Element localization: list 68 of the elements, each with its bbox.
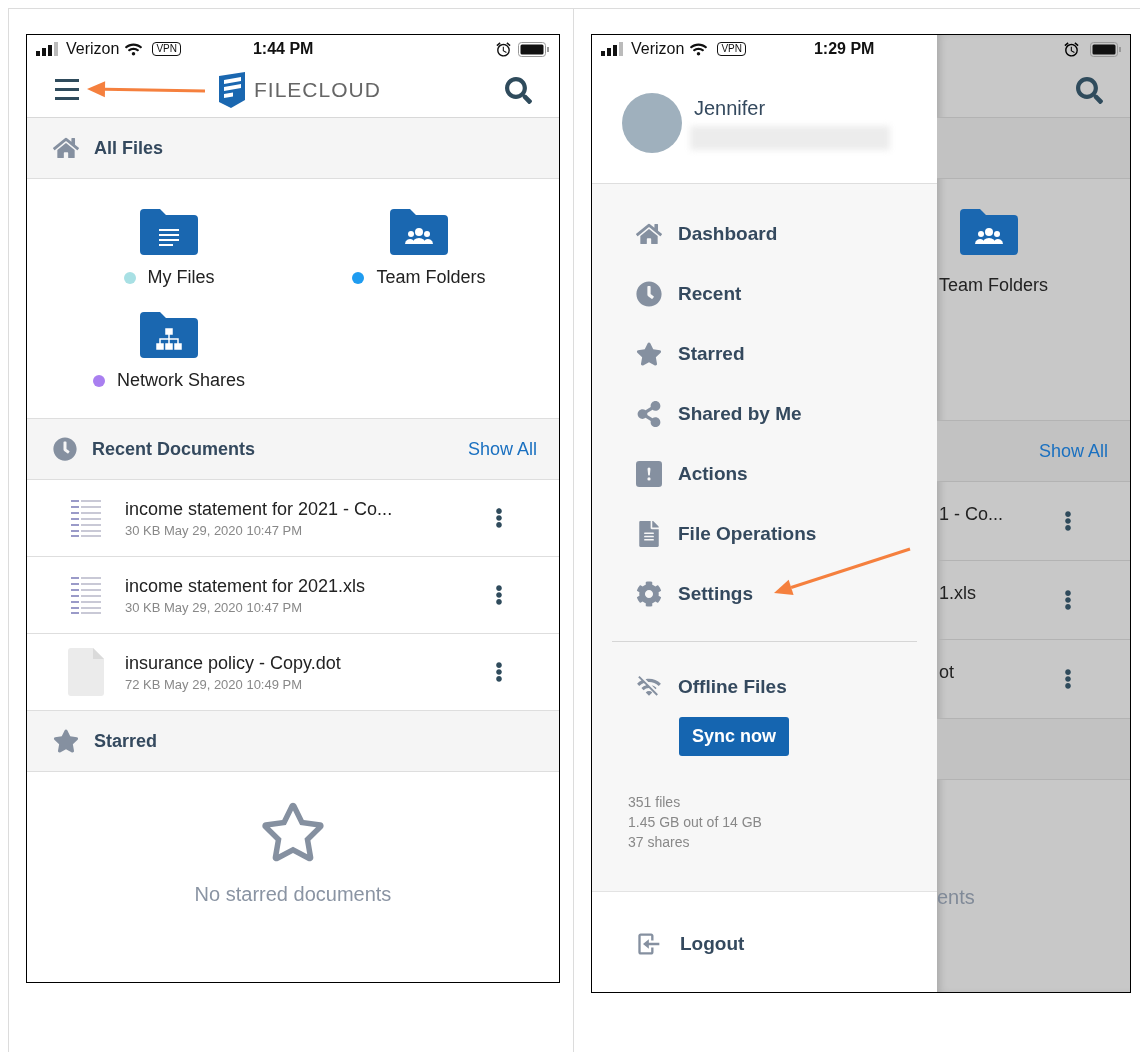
star-icon bbox=[636, 341, 662, 367]
house-icon bbox=[53, 135, 79, 161]
clock-icon bbox=[636, 281, 662, 307]
folder-icon[interactable] bbox=[140, 312, 198, 358]
storage-stat: 1.45 GB out of 14 GB bbox=[628, 813, 763, 832]
logo-icon bbox=[219, 72, 245, 108]
vpn-indicator: VPN bbox=[717, 42, 746, 56]
menu-item[interactable]: File Operations bbox=[592, 504, 937, 564]
clock-icon bbox=[53, 437, 77, 461]
document-icon bbox=[636, 521, 662, 547]
file-name: 1 - Co... bbox=[939, 503, 1004, 525]
folder-icon[interactable] bbox=[140, 209, 198, 255]
folder-icon[interactable] bbox=[390, 209, 448, 255]
storage-stat: 37 shares bbox=[628, 833, 691, 852]
folder-label: Network Shares bbox=[116, 370, 246, 391]
menu-item[interactable]: Actions bbox=[592, 444, 937, 504]
file-details: 72 KB May 29, 2020 10:49 PM bbox=[125, 676, 304, 692]
sync-now-button[interactable]: Sync now bbox=[679, 717, 789, 756]
menu-item[interactable]: Dashboard bbox=[592, 204, 937, 264]
carrier-name: Verizon bbox=[631, 40, 685, 58]
file-name: insurance policy - Copy.dot bbox=[125, 652, 342, 674]
spreadsheet-thumbnail-icon bbox=[69, 498, 103, 538]
storage-stat: 351 files bbox=[628, 793, 682, 812]
file-name: 1.xls bbox=[939, 582, 976, 604]
folder-icon[interactable] bbox=[960, 209, 1018, 255]
spreadsheet-thumbnail-icon bbox=[69, 575, 103, 615]
section-title: All Files bbox=[94, 137, 164, 159]
menu-item[interactable]: Recent bbox=[592, 264, 937, 324]
file-name: ot bbox=[939, 661, 954, 683]
signal-icon bbox=[601, 42, 625, 56]
signal-icon bbox=[36, 42, 60, 56]
settings-icon bbox=[636, 581, 662, 607]
blank-file-icon bbox=[68, 648, 104, 696]
file-details: 30 KB May 29, 2020 10:47 PM bbox=[125, 522, 304, 538]
battery-icon bbox=[518, 41, 550, 57]
user-name: Jennifer bbox=[694, 96, 767, 120]
section-title: Starred bbox=[94, 730, 158, 752]
file-name: income statement for 2021 - Co... bbox=[125, 498, 394, 520]
empty-state-text: No starred documents bbox=[194, 883, 392, 906]
alarm-icon bbox=[495, 40, 512, 58]
menu-item[interactable]: Shared by Me bbox=[592, 384, 937, 444]
file-details: 30 KB May 29, 2020 10:47 PM bbox=[125, 599, 304, 615]
offline-files-label: Offline Files bbox=[678, 676, 787, 698]
folder-label: My Files bbox=[147, 267, 215, 288]
house-icon bbox=[636, 221, 662, 247]
file-name: income statement for 2021.xls bbox=[125, 575, 367, 597]
logo-wordmark: FILECLOUD bbox=[254, 78, 381, 102]
share-icon bbox=[636, 401, 662, 427]
search-icon bbox=[1076, 76, 1103, 104]
show-all-link[interactable]: Show All bbox=[467, 438, 537, 460]
menu-item[interactable]: Settings bbox=[592, 564, 937, 624]
status-time: 1:44 PM bbox=[252, 40, 314, 58]
status-time: 1:29 PM bbox=[813, 40, 875, 58]
menu-icon[interactable] bbox=[55, 79, 79, 101]
battery-icon bbox=[1090, 41, 1122, 57]
logout-item[interactable]: Logout bbox=[592, 914, 937, 974]
star-icon bbox=[53, 728, 79, 754]
folder-label: Team Folders bbox=[938, 275, 1050, 296]
section-title: Recent Documents bbox=[92, 438, 256, 460]
alarm-icon bbox=[1063, 40, 1080, 58]
search-icon[interactable] bbox=[505, 76, 532, 104]
vpn-indicator: VPN bbox=[152, 42, 181, 56]
carrier-name: Verizon bbox=[66, 40, 120, 58]
avatar-placeholder bbox=[622, 93, 682, 153]
exclamation-icon bbox=[636, 461, 662, 487]
menu-item[interactable]: Starred bbox=[592, 324, 937, 384]
empty-state-text: ents bbox=[937, 886, 975, 908]
folder-label: Team Folders bbox=[376, 267, 486, 288]
